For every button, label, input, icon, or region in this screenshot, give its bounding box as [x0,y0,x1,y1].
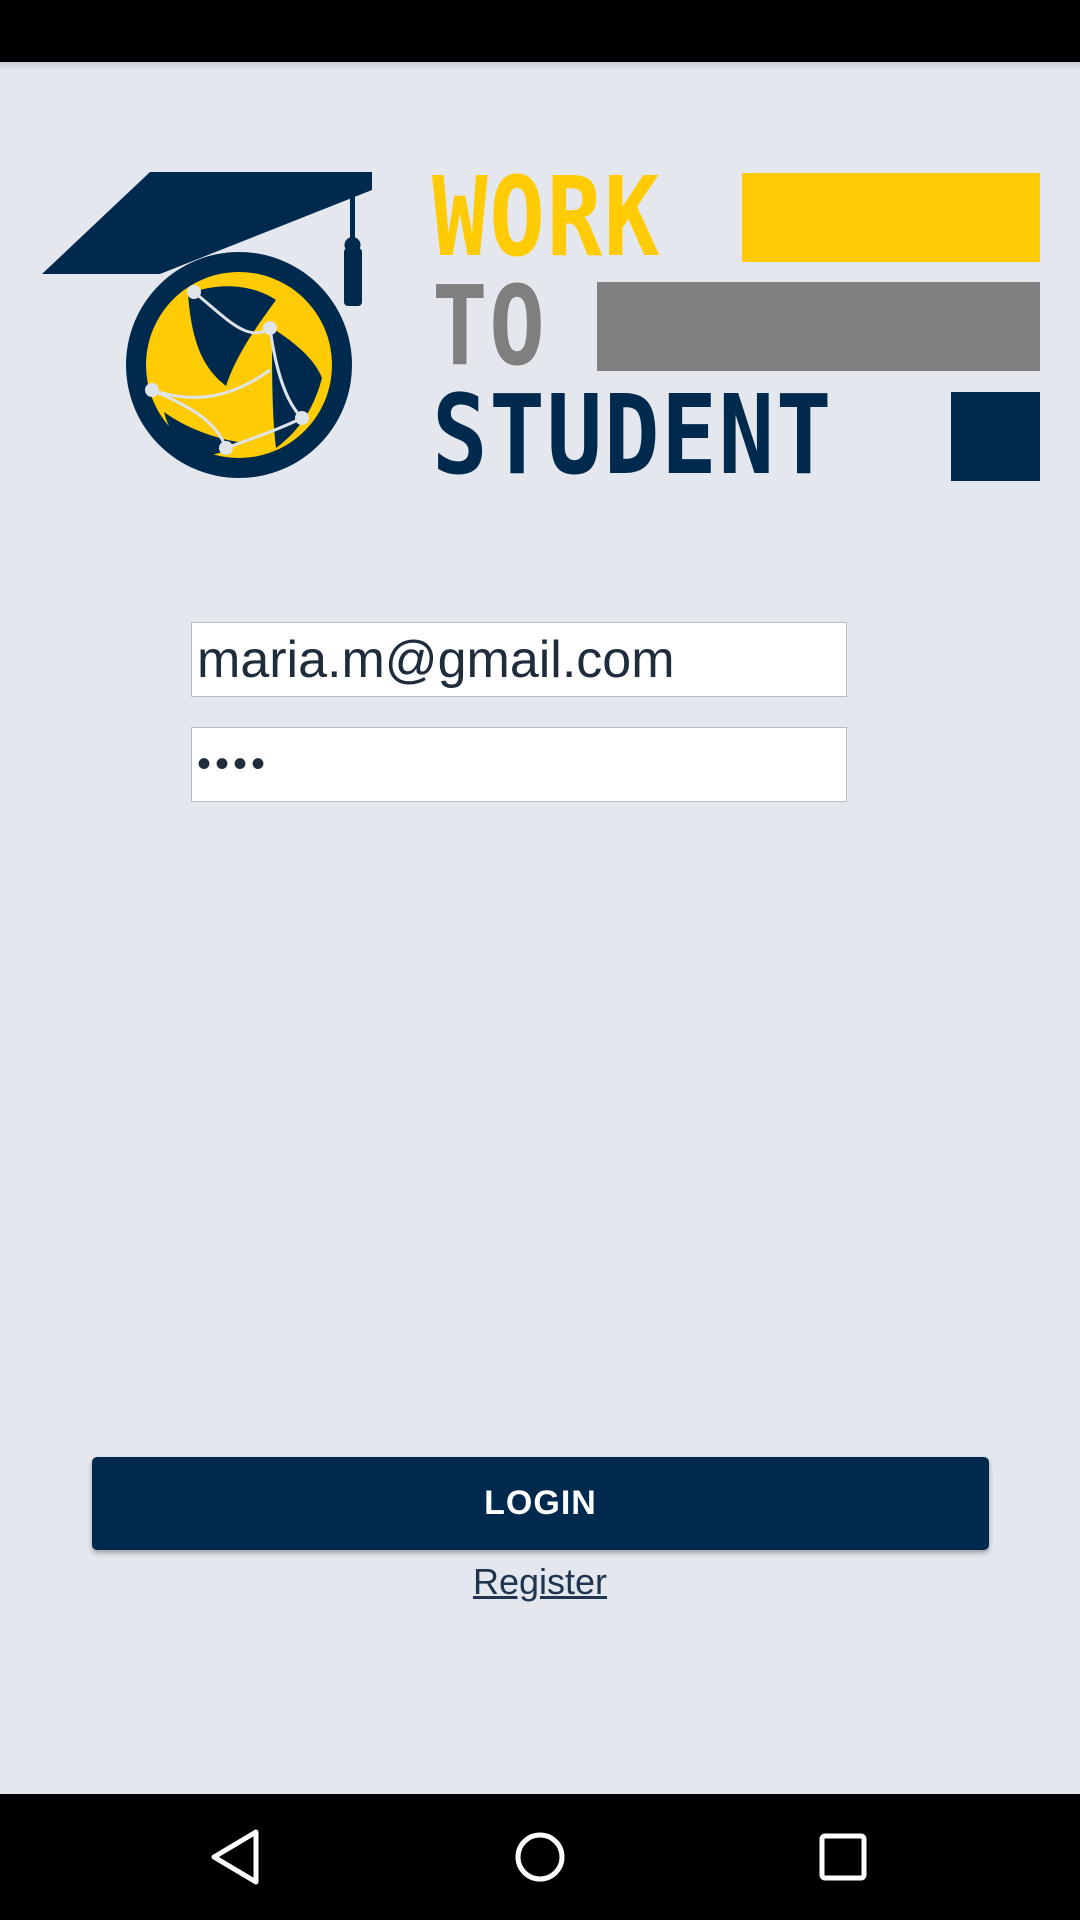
email-field[interactable] [191,622,847,697]
logo-bar-gray [597,282,1040,371]
register-link[interactable]: Register [0,1560,1080,1604]
home-circle-icon[interactable] [505,1822,575,1892]
back-triangle-icon[interactable] [200,1822,270,1892]
password-field[interactable] [191,727,847,802]
navigation-bar [0,1794,1080,1920]
logo-bar-yellow [742,173,1040,262]
recents-square-icon[interactable] [808,1822,878,1892]
logo-text-student: STUDENT [432,371,834,499]
globe-icon [126,252,352,478]
logo-text-to: TO [432,262,547,390]
logo-square-navy [951,392,1040,481]
app-logo: WORK TO STUDENT [0,0,1080,520]
logo-text-work: WORK [432,153,662,281]
login-button[interactable]: LOGIN [92,1457,989,1550]
